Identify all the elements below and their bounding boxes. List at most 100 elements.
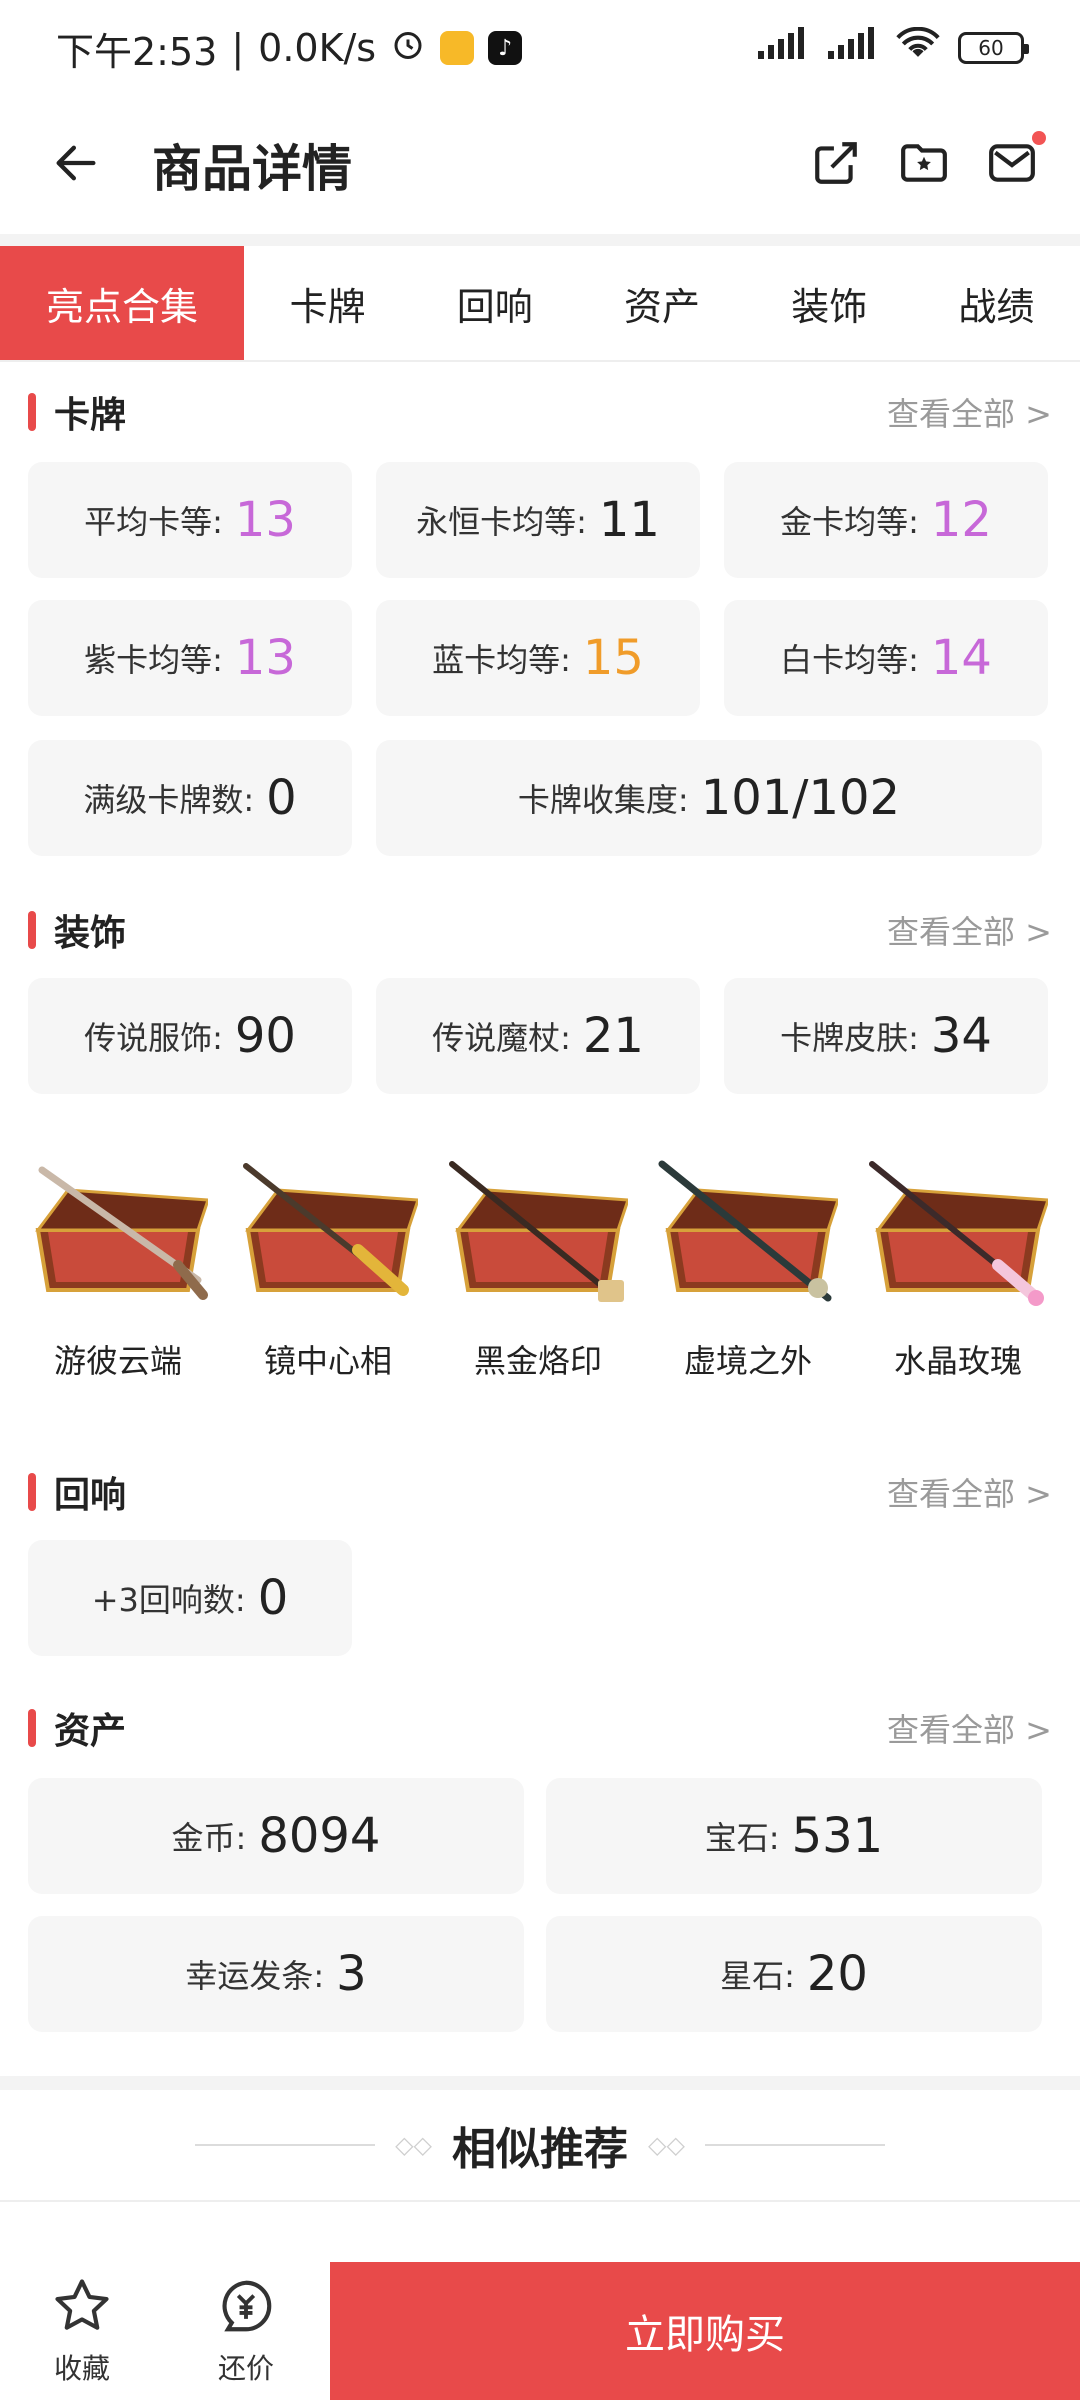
stat-card: 幸运发条: 3 xyxy=(28,1916,524,2032)
stat-value: 13 xyxy=(234,492,296,548)
decor-item[interactable]: 黑金烙印 xyxy=(448,1160,628,1400)
folder-star-icon xyxy=(898,138,950,192)
diamond-ornament-icon: ◇◇ xyxy=(395,2131,432,2159)
stat-card-wide: 卡牌收集度: 101/102 xyxy=(376,740,1042,856)
stat-label: 平均卡等: xyxy=(84,503,223,541)
wand-box-icon xyxy=(243,1163,418,1296)
status-right: 60 xyxy=(756,26,1029,70)
decor-items-list: 游彼云端 镜中心相 黑金烙印 虚境之外 水晶玫瑰 xyxy=(28,1160,1052,1400)
favorite-folder-button[interactable] xyxy=(896,137,952,193)
arrow-left-icon xyxy=(50,137,102,193)
message-button[interactable] xyxy=(984,131,1046,193)
similar-recommendations-header: ◇◇ 相似推荐 ◇◇ xyxy=(0,2090,1080,2200)
wand-box-icon xyxy=(35,1166,208,1300)
stat-card: 满级卡牌数: 0 xyxy=(28,740,352,856)
stat-card: 蓝卡均等: 15 xyxy=(376,600,700,716)
tab-assets[interactable]: 资产 xyxy=(578,246,745,360)
tab-cards[interactable]: 卡牌 xyxy=(244,246,411,360)
diamond-ornament-icon: ◇◇ xyxy=(648,2131,685,2159)
stat-value: 8094 xyxy=(258,1808,381,1864)
wand-box-icon xyxy=(869,1161,1048,1306)
stat-label: 星石: xyxy=(720,1957,795,1995)
header-separator xyxy=(0,234,1080,246)
decor-item[interactable]: 镜中心相 xyxy=(238,1160,418,1400)
wifi-icon xyxy=(896,26,940,70)
bargain-button[interactable]: 还价 xyxy=(164,2262,328,2400)
cards-view-all-link[interactable]: 查看全部 > xyxy=(887,389,1052,435)
assets-view-all-link[interactable]: 查看全部 > xyxy=(887,1705,1052,1751)
decor-section-header: 装饰 查看全部 > xyxy=(28,900,1052,960)
status-net-speed: 0.0K/s xyxy=(258,26,377,70)
header: 商品详情 xyxy=(0,96,1080,234)
stat-card: 永恒卡均等: 11 xyxy=(376,462,700,578)
battery-icon: 60 xyxy=(958,32,1029,64)
section-accent-bar xyxy=(28,1709,36,1747)
decor-item[interactable]: 虚境之外 xyxy=(658,1160,838,1400)
stat-label: 满级卡牌数: xyxy=(83,781,255,819)
wand-box-icon xyxy=(658,1160,838,1302)
stat-label: +3回响数: xyxy=(91,1581,246,1619)
share-icon xyxy=(811,138,861,192)
tab-decor[interactable]: 装饰 xyxy=(746,246,913,360)
tab-highlights[interactable]: 亮点合集 xyxy=(0,246,244,360)
stat-label: 白卡均等: xyxy=(780,641,919,679)
buy-now-button[interactable]: 立即购买 xyxy=(330,2262,1080,2400)
stat-card: 紫卡均等: 13 xyxy=(28,600,352,716)
notes-app-icon xyxy=(440,31,475,65)
signal-icon-2 xyxy=(826,26,878,70)
stat-card: 金币: 8094 xyxy=(28,1778,524,1894)
stat-label: 蓝卡均等: xyxy=(432,641,571,679)
stat-label: 金卡均等: xyxy=(780,503,919,541)
status-bar: 下午2:53 | 0.0K/s ♪ 60 xyxy=(0,0,1080,96)
tiktok-app-icon: ♪ xyxy=(488,31,523,65)
section-title: 装饰 xyxy=(54,913,127,954)
decor-line-left xyxy=(195,2144,376,2146)
echo-view-all-link[interactable]: 查看全部 > xyxy=(887,1469,1052,1515)
stat-label: 宝石: xyxy=(704,1819,780,1857)
section-separator xyxy=(0,2076,1080,2090)
stat-value: 13 xyxy=(234,630,296,686)
stat-value: 101/102 xyxy=(700,770,901,826)
tab-records[interactable]: 战绩 xyxy=(913,246,1080,360)
stat-value: 14 xyxy=(930,630,992,686)
decor-line-right xyxy=(704,2144,885,2146)
section-title: 资产 xyxy=(54,1711,127,1752)
stat-value: 0 xyxy=(257,1570,289,1626)
tab-echo[interactable]: 回响 xyxy=(411,246,578,360)
stat-label: 金币: xyxy=(171,1819,247,1857)
star-icon xyxy=(51,2275,113,2341)
stat-value: 3 xyxy=(336,1946,367,2002)
stat-label: 紫卡均等: xyxy=(84,641,223,679)
bargain-label: 还价 xyxy=(217,2352,274,2385)
stat-label: 幸运发条: xyxy=(185,1957,325,1995)
decor-item-name: 黑金烙印 xyxy=(473,1342,602,1380)
yuan-bubble-icon xyxy=(215,2275,277,2341)
stat-value: 20 xyxy=(806,1946,868,2002)
stat-card: 宝石: 531 xyxy=(546,1778,1042,1894)
stat-card: 金卡均等: 12 xyxy=(724,462,1048,578)
decor-item[interactable]: 水晶玫瑰 xyxy=(868,1160,1048,1400)
similar-title: 相似推荐 xyxy=(452,2124,628,2175)
decor-view-all-link[interactable]: 查看全部 > xyxy=(887,907,1052,953)
section-accent-bar xyxy=(28,1473,36,1511)
stat-card: 卡牌皮肤: 34 xyxy=(724,978,1048,1094)
favorite-button[interactable]: 收藏 xyxy=(0,2262,164,2400)
stat-card: 传说魔杖: 21 xyxy=(376,978,700,1094)
back-button[interactable] xyxy=(40,129,112,201)
stat-value: 11 xyxy=(598,492,660,548)
section-accent-bar xyxy=(28,911,36,949)
stat-value: 90 xyxy=(234,1008,296,1064)
page-title: 商品详情 xyxy=(152,140,352,198)
decor-item-name: 虚境之外 xyxy=(683,1342,812,1380)
stat-value: 12 xyxy=(930,492,992,548)
echo-section-header: 回响 查看全部 > xyxy=(28,1462,1052,1522)
status-divider: | xyxy=(231,26,245,70)
decor-item[interactable]: 游彼云端 xyxy=(28,1160,208,1400)
cards-section-header: 卡牌 查看全部 > xyxy=(28,382,1052,442)
decor-item-name: 水晶玫瑰 xyxy=(893,1342,1022,1380)
share-button[interactable] xyxy=(808,137,864,193)
stat-label: 永恒卡均等: xyxy=(416,503,587,541)
stat-label: 卡牌收集度: xyxy=(517,781,689,819)
stat-value: 0 xyxy=(266,770,297,826)
decor-item-name: 游彼云端 xyxy=(53,1342,182,1380)
